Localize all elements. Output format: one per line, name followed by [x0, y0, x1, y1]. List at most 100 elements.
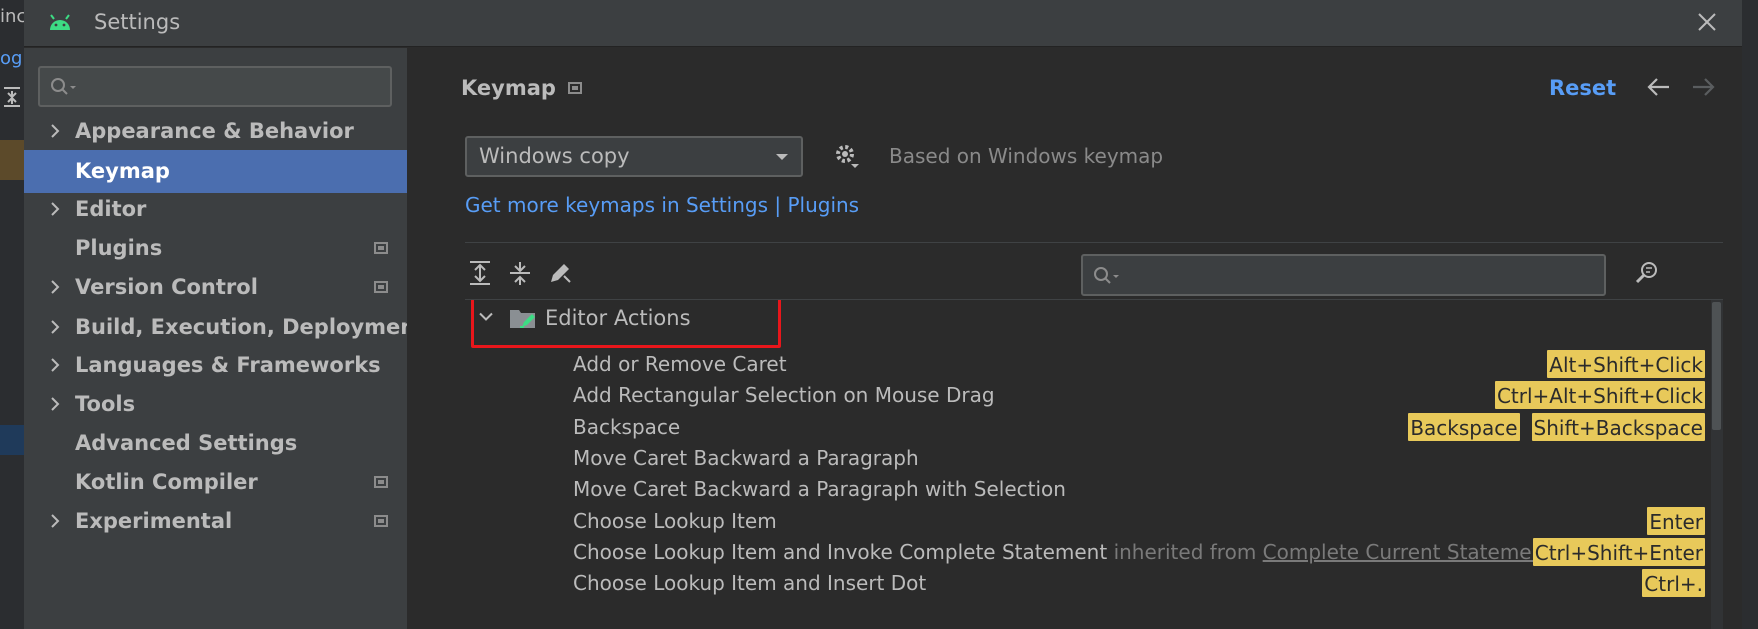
- sidebar-item-build-execution-deployment[interactable]: Build, Execution, Deployment: [24, 306, 425, 349]
- shortcut-badge: Alt+Shift+Click: [1547, 350, 1705, 378]
- action-label: Move Caret Backward a Paragraph with Sel…: [573, 477, 1066, 502]
- action-name: Move Caret Backward a Paragraph: [573, 446, 919, 470]
- shortcut-badge: Enter: [1647, 506, 1705, 535]
- sidebar-item-label: Editor: [75, 197, 147, 221]
- sidebar-item-languages-frameworks[interactable]: Languages & Frameworks: [24, 344, 407, 387]
- chevron-down-icon: [776, 154, 788, 160]
- shortcut-list: Alt+Shift+Click: [1547, 350, 1705, 380]
- shortcut-badge: Ctrl+.: [1642, 569, 1705, 598]
- action-label: Add or Remove Caret: [573, 352, 787, 376]
- shortcut-badge: Shift+Backspace: [1531, 412, 1705, 441]
- sidebar-item-label: Languages & Frameworks: [75, 353, 381, 377]
- inherited-from-link[interactable]: Complete Current Statemen: [1263, 540, 1545, 564]
- action-label: Choose Lookup Item and Invoke Complete S…: [573, 539, 1108, 564]
- keymap-action-row[interactable]: Add Rectangular Selection on Mouse Drag C…: [465, 379, 1705, 414]
- edit-icon[interactable]: [547, 260, 573, 286]
- action-label: Choose Lookup Item and Insert Dot: [573, 571, 927, 596]
- expand-all-icon[interactable]: [467, 260, 493, 286]
- sidebar-item-label: Version Control: [75, 275, 258, 299]
- sidebar-item-keymap[interactable]: Keymap: [24, 150, 407, 193]
- shortcut-badge: Ctrl+Alt+Shift+Click: [1494, 381, 1705, 410]
- forward-arrow-icon[interactable]: [1691, 76, 1717, 98]
- sidebar-item-label: Advanced Settings: [75, 431, 298, 455]
- reset-link[interactable]: Reset: [1549, 76, 1616, 100]
- chevron-right-icon[interactable]: [50, 201, 60, 217]
- project-level-icon: [374, 476, 388, 488]
- action-label: Add Rectangular Selection on Mouse Drag: [573, 383, 995, 408]
- settings-sidebar: Appearance & Behavior Keymap Editor Plugins…: [24, 48, 425, 629]
- chevron-right-icon[interactable]: [50, 319, 60, 335]
- action-label: Backspace: [573, 414, 681, 439]
- inherited-label: inherited from: [1113, 539, 1257, 564]
- sidebar-item-experimental[interactable]: Experimental: [24, 500, 407, 543]
- chevron-right-icon[interactable]: [50, 123, 60, 139]
- shortcut-list: Ctrl+Shift+Enter: [1532, 537, 1705, 568]
- get-more-keymaps-link[interactable]: Get more keymaps in Settings | Plugins: [465, 193, 859, 217]
- background-window-edge: [1742, 0, 1758, 629]
- action-label: Move Caret Backward a Paragraph: [573, 445, 919, 470]
- background-text: og: [0, 48, 23, 69]
- keymap-action-row[interactable]: Choose Lookup Item and Insert Dot Ctrl+.: [465, 567, 1705, 602]
- shortcut-search-input[interactable]: [1081, 254, 1606, 296]
- sidebar-item-label: Plugins: [75, 236, 163, 260]
- background-highlight: [0, 140, 24, 180]
- divider: [465, 242, 1723, 243]
- keymap-action-row[interactable]: Add or Remove Caret Alt+Shift+Click: [465, 348, 1705, 383]
- action-name: Move Caret Backward a Paragraph with Sel…: [573, 477, 1066, 501]
- sidebar-item-label: Build, Execution, Deployment: [75, 315, 426, 339]
- collapse-all-icon[interactable]: [507, 260, 533, 286]
- keymap-tree: Editor Actions Add or Remove Caret Alt+Sh…: [465, 299, 1723, 629]
- action-name: Choose Lookup Item and Invoke Complete S…: [573, 540, 1544, 564]
- sidebar-item-appearance-behavior[interactable]: Appearance & Behavior: [24, 110, 407, 153]
- search-icon: [1094, 267, 1119, 284]
- gear-icon[interactable]: [833, 142, 861, 170]
- shortcut-badge: Ctrl+Shift+Enter: [1532, 537, 1705, 566]
- keymap-action-row[interactable]: Move Caret Backward a Paragraph with Sel…: [465, 473, 1705, 508]
- sidebar-item-editor[interactable]: Editor: [24, 188, 407, 231]
- shortcut-list: Ctrl+.: [1642, 569, 1705, 599]
- background-highlight: [0, 425, 24, 455]
- shortcut-badge: Backspace: [1408, 412, 1520, 441]
- keymap-dropdown[interactable]: Windows copy: [465, 136, 803, 177]
- back-arrow-icon[interactable]: [1645, 76, 1671, 98]
- sidebar-item-advanced-settings[interactable]: Advanced Settings: [24, 422, 407, 465]
- sidebar-search-input[interactable]: [38, 66, 392, 107]
- chevron-right-icon[interactable]: [50, 279, 60, 295]
- sidebar-item-kotlin-compiler[interactable]: Kotlin Compiler: [24, 461, 407, 504]
- keymap-action-row[interactable]: Move Caret Backward a Paragraph: [465, 442, 1705, 477]
- keymap-dropdown-value: Windows copy: [479, 144, 630, 168]
- sidebar-item-tools[interactable]: Tools: [24, 383, 407, 426]
- title-bar: Settings: [24, 0, 1742, 47]
- tree-group-editor-actions[interactable]: Editor Actions: [465, 300, 1705, 348]
- highlight-box: [471, 300, 781, 348]
- action-name: Add or Remove Caret: [573, 352, 787, 376]
- find-by-shortcut-icon[interactable]: [1634, 260, 1660, 286]
- shortcut-list: Enter: [1647, 506, 1705, 537]
- chevron-right-icon[interactable]: [50, 357, 60, 373]
- search-icon: [51, 78, 76, 95]
- close-icon[interactable]: [1696, 11, 1718, 33]
- sidebar-item-version-control[interactable]: Version Control: [24, 266, 407, 309]
- keymap-action-row[interactable]: Choose Lookup Item Enter: [465, 505, 1705, 540]
- action-label: Choose Lookup Item: [573, 508, 777, 533]
- keymap-action-row[interactable]: Backspace Backspace Shift+Backspace: [465, 411, 1705, 446]
- action-name: Add Rectangular Selection on Mouse Drag: [573, 383, 995, 407]
- keymap-action-row[interactable]: Choose Lookup Item and Invoke Complete S…: [465, 536, 1705, 571]
- scrollbar[interactable]: [1711, 300, 1723, 629]
- background-window: inc og: [0, 0, 24, 629]
- chevron-right-icon[interactable]: [50, 396, 60, 412]
- chevron-right-icon[interactable]: [50, 513, 60, 529]
- action-name: Choose Lookup Item: [573, 509, 777, 533]
- page-title: Keymap: [461, 76, 556, 100]
- android-icon: [50, 14, 70, 30]
- scrollbar-thumb[interactable]: [1712, 302, 1721, 430]
- action-name: Choose Lookup Item and Insert Dot: [573, 571, 926, 595]
- sidebar-item-label: Appearance & Behavior: [75, 119, 354, 143]
- shortcut-list: Ctrl+Alt+Shift+Click: [1494, 381, 1705, 411]
- background-text: inc: [0, 6, 24, 27]
- keymap-panel: Keymap Reset Windows copy Based on Windo…: [407, 48, 1742, 629]
- sidebar-item-plugins[interactable]: Plugins: [24, 227, 407, 270]
- sidebar-item-label: Tools: [75, 392, 136, 416]
- action-name: Backspace: [573, 415, 680, 439]
- project-level-icon: [374, 242, 388, 254]
